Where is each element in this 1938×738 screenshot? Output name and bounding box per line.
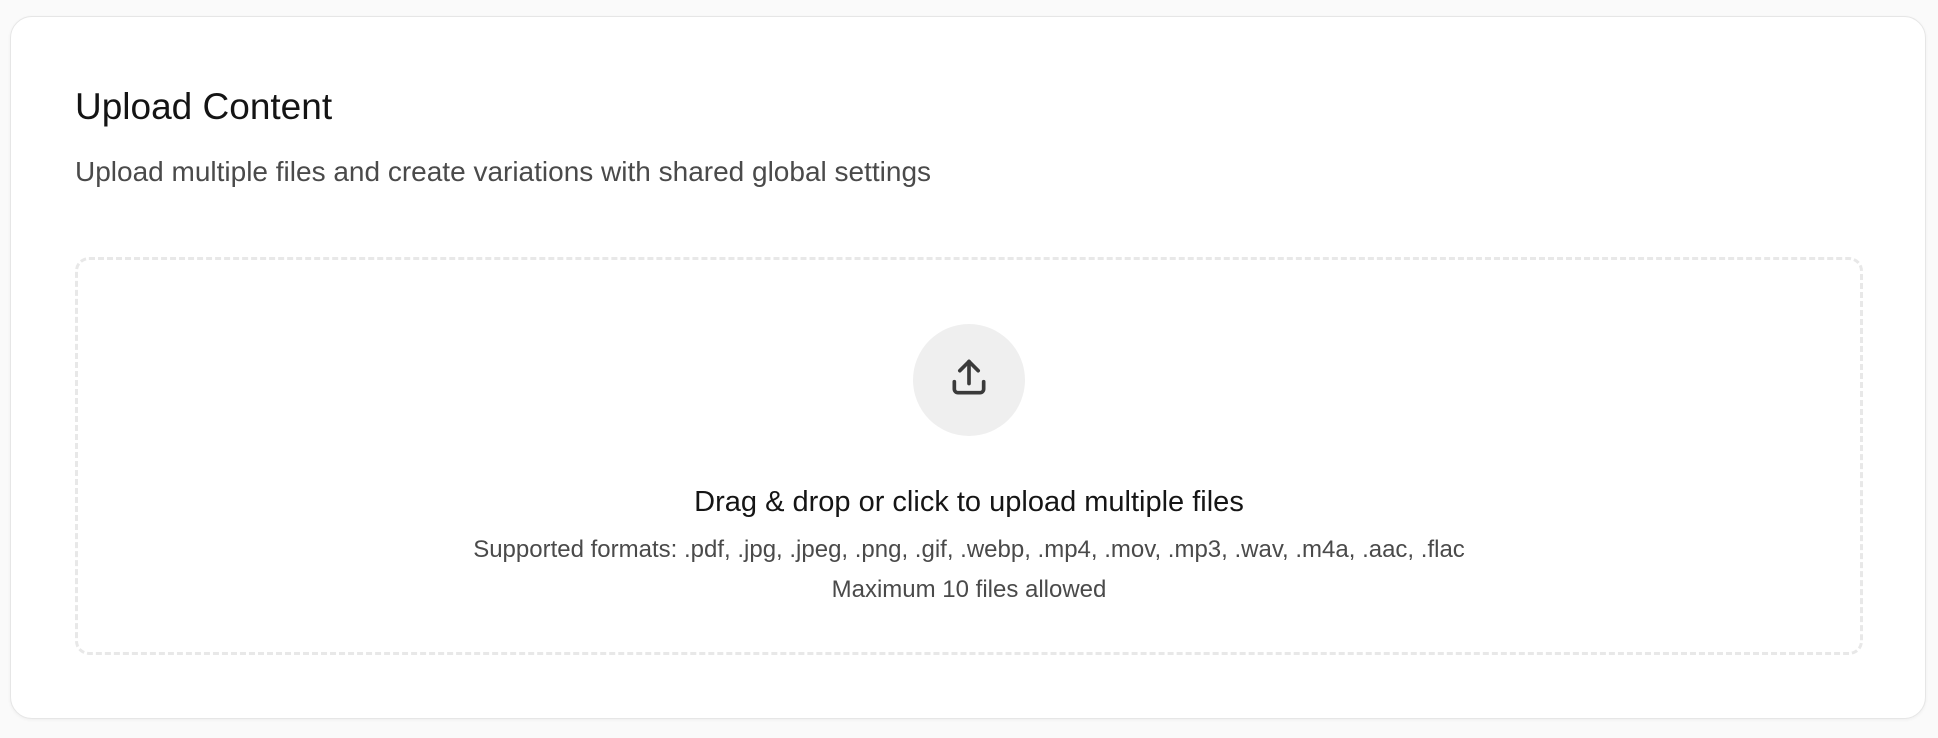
supported-formats-text: Supported formats: .pdf, .jpg, .jpeg, .p…	[473, 536, 1465, 563]
upload-icon	[947, 356, 991, 405]
file-limit-text: Maximum 10 files allowed	[831, 576, 1107, 603]
page-title: Upload Content	[75, 86, 333, 127]
upload-card: Upload Content Upload multiple files and…	[10, 16, 1926, 719]
upload-icon-circle[interactable]	[913, 324, 1025, 436]
dropzone-title: Drag & drop or click to upload multiple …	[694, 486, 1244, 518]
file-dropzone[interactable]: Drag & drop or click to upload multiple …	[75, 257, 1863, 655]
page-subtitle: Upload multiple files and create variati…	[75, 156, 932, 187]
